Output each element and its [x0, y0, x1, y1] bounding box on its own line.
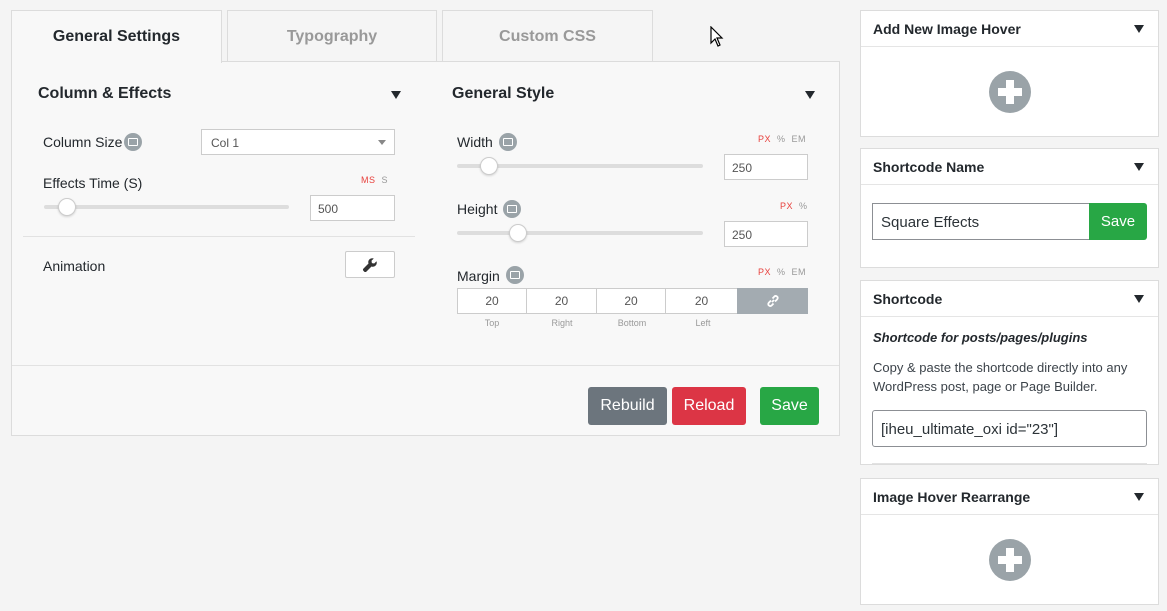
animation-label: Animation: [43, 258, 106, 274]
shortcode-name-title: Shortcode Name: [873, 159, 985, 175]
margin-top-input[interactable]: 20: [457, 288, 527, 314]
shortcode-header: Shortcode: [861, 281, 1158, 317]
margin-left-input[interactable]: 20: [665, 288, 738, 314]
tab-typography[interactable]: Typography: [227, 10, 437, 62]
tab-custom-css[interactable]: Custom CSS: [442, 10, 653, 62]
reload-button[interactable]: Reload: [672, 387, 746, 425]
height-slider-handle[interactable]: [509, 224, 527, 242]
column-size-label: Column Size: [43, 134, 123, 150]
height-units: PX%: [774, 201, 808, 211]
width-input[interactable]: 250: [724, 154, 808, 180]
rearrange-plus-icon[interactable]: [989, 539, 1031, 581]
effects-time-label: Effects Time (S): [43, 175, 143, 191]
wrench-icon: [362, 257, 377, 272]
panel-footer: [12, 365, 839, 366]
settings-panel: Column & Effects Column Size Col 1 Effec…: [11, 61, 840, 436]
shortcode-subtitle: Shortcode for posts/pages/plugins: [873, 330, 1088, 345]
collapse-rearrange-icon[interactable]: [1134, 493, 1144, 501]
margin-label: Margin: [457, 268, 500, 284]
shortcode-name-input[interactable]: Square Effects: [872, 203, 1090, 240]
shortcode-title: Shortcode: [873, 291, 943, 307]
unit-percent[interactable]: %: [777, 134, 786, 144]
shortcode-box: Shortcode Shortcode for posts/pages/plug…: [860, 280, 1159, 465]
margin-right-input[interactable]: 20: [526, 288, 597, 314]
rearrange-title: Image Hover Rearrange: [873, 489, 1031, 505]
link-icon: [766, 295, 779, 307]
margin-units: PX% EM: [752, 267, 806, 277]
width-label: Width: [457, 134, 493, 150]
width-units: PX% EM: [752, 134, 806, 144]
effects-time-slider-track[interactable]: [44, 205, 289, 209]
width-slider-handle[interactable]: [480, 157, 498, 175]
unit-s[interactable]: S: [382, 175, 389, 185]
section-title-column-effects: Column & Effects: [38, 85, 172, 102]
height-slider-track[interactable]: [457, 231, 703, 235]
tab-general-settings[interactable]: General Settings: [11, 10, 222, 63]
shortcode-name-save-button[interactable]: Save: [1089, 203, 1147, 240]
collapse-column-effects-icon[interactable]: [391, 91, 401, 99]
rebuild-button[interactable]: Rebuild: [588, 387, 667, 425]
section-title-general-style: General Style: [452, 85, 555, 102]
effects-time-input[interactable]: 500: [310, 195, 395, 221]
unit-em[interactable]: EM: [792, 267, 807, 277]
height-input[interactable]: 250: [724, 221, 808, 247]
effects-time-slider-handle[interactable]: [58, 198, 76, 216]
add-new-title: Add New Image Hover: [873, 21, 1021, 37]
margin-link-button[interactable]: [737, 288, 808, 314]
save-button[interactable]: Save: [760, 387, 819, 425]
height-label: Height: [457, 201, 498, 217]
shortcode-input[interactable]: [iheu_ultimate_oxi id="23"]: [872, 410, 1147, 447]
add-new-box: Add New Image Hover: [860, 10, 1159, 137]
shortcode-description: Copy & paste the shortcode directly into…: [873, 360, 1128, 394]
responsive-icon[interactable]: [506, 266, 524, 284]
rearrange-header: Image Hover Rearrange: [861, 479, 1158, 515]
margin-bottom-caption: Bottom: [617, 318, 647, 328]
collapse-add-new-icon[interactable]: [1134, 25, 1144, 33]
unit-px[interactable]: PX: [780, 201, 793, 211]
column-size-select[interactable]: Col 1: [201, 129, 395, 155]
unit-px[interactable]: PX: [758, 267, 771, 277]
collapse-general-style-icon[interactable]: [805, 91, 815, 99]
unit-px[interactable]: PX: [758, 134, 771, 144]
margin-left-caption: Left: [695, 318, 711, 328]
add-new-plus-icon[interactable]: [989, 71, 1031, 113]
responsive-icon[interactable]: [503, 200, 521, 218]
margin-bottom-input[interactable]: 20: [596, 288, 666, 314]
margin-right-caption: Right: [551, 318, 573, 328]
rearrange-box: Image Hover Rearrange: [860, 478, 1159, 605]
unit-ms[interactable]: MS: [361, 175, 376, 185]
unit-em[interactable]: EM: [792, 134, 807, 144]
collapse-shortcode-icon[interactable]: [1134, 295, 1144, 303]
shortcode-name-box: Shortcode Name Square Effects Save: [860, 148, 1159, 268]
collapse-shortcode-name-icon[interactable]: [1134, 163, 1144, 171]
unit-percent[interactable]: %: [777, 267, 786, 277]
divider: [23, 236, 415, 237]
unit-percent[interactable]: %: [799, 201, 808, 211]
shortcode-divider: [872, 463, 1147, 464]
shortcode-name-header: Shortcode Name: [861, 149, 1158, 185]
animation-settings-button[interactable]: [345, 251, 395, 278]
margin-top-caption: Top: [484, 318, 500, 328]
effects-time-units: MS S: [355, 175, 388, 185]
responsive-icon[interactable]: [124, 133, 142, 151]
mouse-cursor-icon: [710, 26, 724, 47]
add-new-header: Add New Image Hover: [861, 11, 1158, 47]
responsive-icon[interactable]: [499, 133, 517, 151]
